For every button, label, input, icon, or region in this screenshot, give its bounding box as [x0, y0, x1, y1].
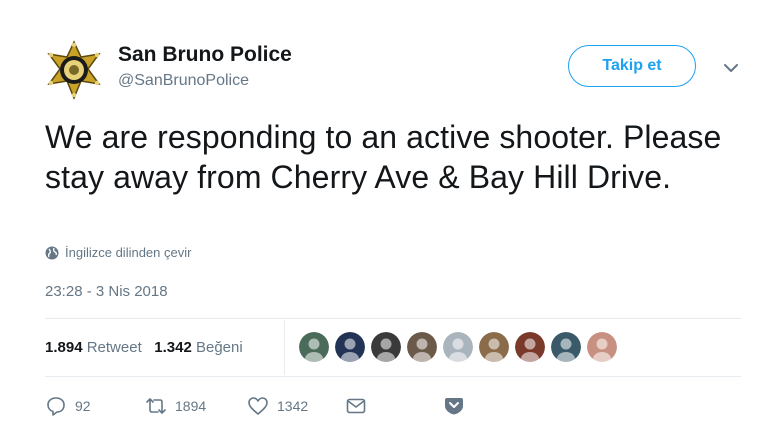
liker-avatar[interactable] [479, 332, 509, 362]
liker-avatar[interactable] [407, 332, 437, 362]
engagement-stats: 1.894 Retweet 1.342 Beğeni [45, 339, 243, 356]
translate-label: İngilizce dilinden çevir [65, 245, 192, 260]
liker-avatar[interactable] [299, 332, 329, 362]
save-button[interactable] [443, 395, 465, 417]
follow-button[interactable]: Takip et [568, 45, 696, 87]
retweet-count: 1894 [175, 398, 207, 414]
retweets-label: Retweet [86, 339, 142, 356]
likes-count: 1.342 [154, 339, 192, 356]
likes-label: Beğeni [195, 339, 243, 356]
chevron-down-icon[interactable] [718, 56, 744, 80]
bookmark-icon [445, 398, 463, 415]
retweets-count: 1.894 [45, 339, 83, 356]
likes-stat[interactable]: 1.342 Beğeni [154, 339, 242, 356]
translate-link[interactable]: İngilizce dilinden çevir [45, 245, 191, 260]
reply-button[interactable]: 92 [45, 395, 91, 417]
user-name[interactable]: San Bruno Police [118, 43, 292, 67]
liker-avatar[interactable] [587, 332, 617, 362]
tweet-card: San Bruno Police @SanBrunoPolice Takip e… [0, 0, 774, 436]
message-button[interactable] [345, 395, 367, 417]
heart-icon [248, 397, 268, 415]
user-handle[interactable]: @SanBrunoPolice [118, 72, 249, 90]
retweet-icon [146, 398, 166, 414]
like-count: 1342 [277, 398, 309, 414]
liker-avatars [299, 332, 617, 362]
liker-avatar[interactable] [443, 332, 473, 362]
divider [45, 376, 741, 377]
envelope-icon [346, 398, 366, 414]
retweets-stat[interactable]: 1.894 Retweet [45, 339, 142, 356]
divider [45, 318, 741, 319]
tweet-text: We are responding to an active shooter. … [45, 119, 722, 195]
avatar[interactable] [44, 40, 104, 100]
globe-icon [45, 246, 59, 259]
like-button[interactable]: 1342 [247, 395, 308, 417]
stats-separator [284, 320, 285, 375]
reply-icon [47, 397, 65, 416]
reply-count: 92 [75, 398, 91, 414]
timestamp[interactable]: 23:28 - 3 Nis 2018 [45, 283, 168, 300]
liker-avatar[interactable] [515, 332, 545, 362]
liker-avatar[interactable] [371, 332, 401, 362]
liker-avatar[interactable] [551, 332, 581, 362]
liker-avatar[interactable] [335, 332, 365, 362]
retweet-button[interactable]: 1894 [145, 395, 206, 417]
